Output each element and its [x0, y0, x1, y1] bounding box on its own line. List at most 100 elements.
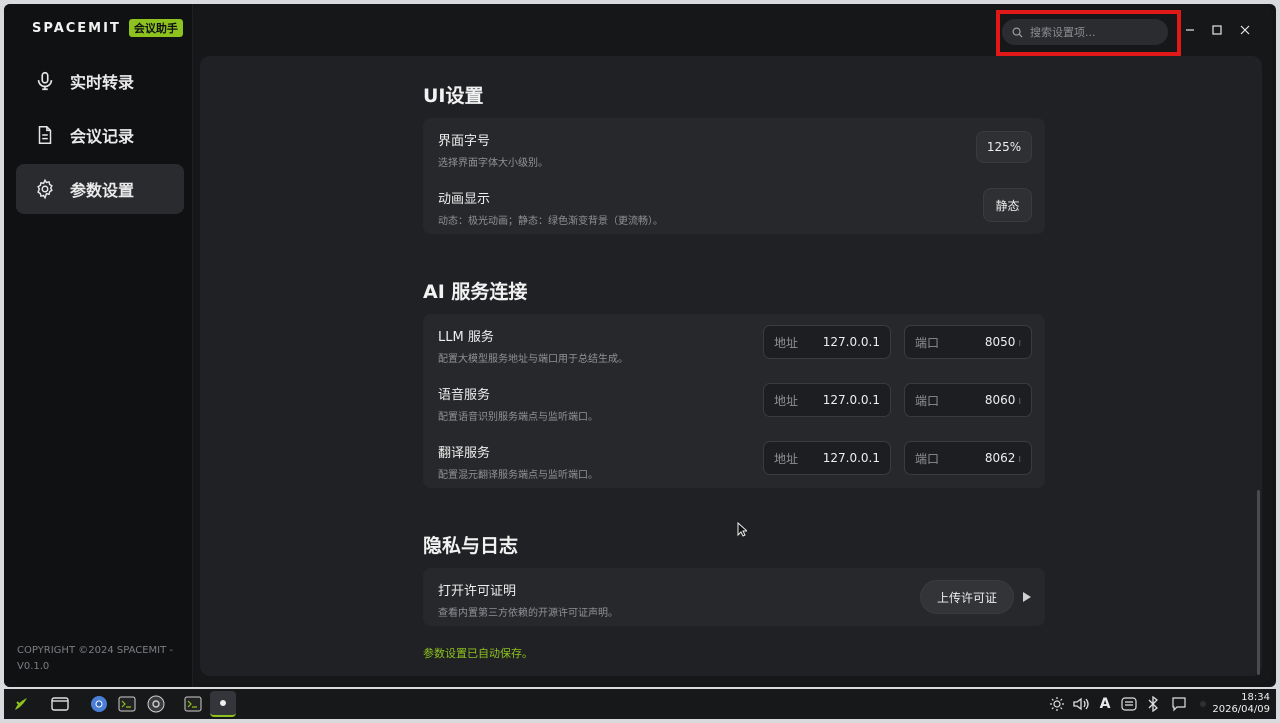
animation-row: 动画显示 动态：极光动画；静态：绿色渐变背景（更流畅）。: [438, 188, 663, 227]
llm-port-value: 8050: [984, 335, 1016, 349]
input-method-button[interactable]: A: [1094, 693, 1116, 715]
mouse-cursor-icon: [737, 522, 747, 537]
speech-service-row: 语音服务 配置语音识别服务端点与监听端口。: [438, 384, 598, 423]
section-title-privacy: 隐私与日志: [423, 535, 519, 557]
sidebar-item-label: 实时转录: [70, 73, 135, 92]
address-label: 地址: [774, 335, 799, 350]
license-title: 打开许可证明: [438, 584, 517, 599]
port-stepper-icon[interactable]: ⁝: [1018, 339, 1021, 348]
notifications-button[interactable]: [1168, 693, 1190, 715]
system-clock[interactable]: 18:34 2026/04/09: [1212, 692, 1270, 716]
maximize-button[interactable]: [1209, 22, 1225, 38]
license-row: 打开许可证明 查看内置第三方依赖的开源许可证声明。: [438, 580, 618, 619]
sidebar-item-live-transcription[interactable]: 实时转录: [16, 56, 184, 106]
section-title-ai: AI 服务连接: [423, 281, 528, 303]
taskbar: A 18:34 2026/04/09: [4, 689, 1276, 719]
spacemit-logo-icon: [15, 698, 27, 710]
close-icon: [1240, 25, 1250, 35]
meeting-assistant-taskbar-button[interactable]: [210, 691, 236, 717]
upload-license-button[interactable]: 上传许可证: [920, 580, 1014, 614]
volume-button[interactable]: [1070, 693, 1092, 715]
speech-address-value: 127.0.0.1: [822, 393, 880, 407]
maximize-icon: [1212, 25, 1222, 35]
terminal-running-button[interactable]: [182, 693, 204, 715]
document-icon: [38, 126, 52, 144]
keyboard-icon: [1121, 697, 1137, 711]
sidebar-item-label: 会议记录: [70, 127, 135, 146]
settings-app-button[interactable]: [145, 693, 167, 715]
bluetooth-button[interactable]: [1142, 693, 1164, 715]
brand-badge: 会议助手: [128, 19, 183, 37]
section-title-ui: UI设置: [423, 85, 484, 107]
brand-logo: SPACEMIT: [32, 20, 121, 36]
annotation-highlight-box: [996, 10, 1181, 56]
privacy-card: 打开许可证明 查看内置第三方依赖的开源许可证声明。 上传许可证: [423, 568, 1045, 626]
status-dot-icon: [1200, 701, 1206, 707]
font-size-select[interactable]: 125%: [976, 131, 1032, 163]
translation-address-field[interactable]: 地址 127.0.0.1: [763, 441, 891, 475]
settings-app-icon: [147, 695, 165, 713]
play-icon[interactable]: [1023, 592, 1031, 602]
gear-icon: [37, 178, 53, 200]
port-label: 端口: [915, 335, 940, 350]
chromium-button[interactable]: [88, 693, 110, 715]
keyboard-button[interactable]: [1118, 693, 1140, 715]
address-label: 地址: [774, 451, 799, 466]
port-stepper-icon[interactable]: ⁝: [1018, 455, 1021, 464]
speech-address-field[interactable]: 地址 127.0.0.1: [763, 383, 891, 417]
llm-service-row: LLM 服务 配置大模型服务地址与端口用于总结生成。: [438, 326, 628, 365]
llm-address-field[interactable]: 地址 127.0.0.1: [763, 325, 891, 359]
animation-title: 动画显示: [438, 192, 491, 207]
browser-icon: [91, 696, 107, 712]
translation-address-value: 127.0.0.1: [822, 451, 880, 465]
window-icon: [51, 697, 69, 711]
translation-port-field[interactable]: 端口 8062 ⁝: [904, 441, 1032, 475]
sidebar: SPACEMIT 会议助手 实时转录 会议记录 参数设置 COPYRIGHT ©…: [4, 4, 193, 687]
speech-port-value: 8060: [984, 393, 1016, 407]
speech-service-title: 语音服务: [438, 388, 491, 403]
terminal-icon: [118, 696, 136, 712]
animation-desc: 动态：极光动画；静态：绿色渐变背景（更流畅）。: [438, 216, 663, 227]
license-desc: 查看内置第三方依赖的开源许可证声明。: [438, 608, 618, 619]
animation-select[interactable]: 静态: [983, 188, 1032, 222]
port-label: 端口: [915, 451, 940, 466]
font-size-title: 界面字号: [438, 134, 491, 149]
minimize-button[interactable]: [1182, 22, 1198, 38]
terminal-button[interactable]: [116, 693, 138, 715]
terminal-icon: [184, 696, 202, 712]
translation-service-desc: 配置混元翻译服务端点与监听端口。: [438, 470, 598, 481]
scrollbar[interactable]: [1257, 490, 1260, 675]
close-button[interactable]: [1237, 22, 1253, 38]
llm-service-title: LLM 服务: [438, 330, 494, 345]
llm-service-desc: 配置大模型服务地址与端口用于总结生成。: [438, 354, 628, 365]
bluetooth-icon: [1148, 696, 1158, 712]
port-label: 端口: [915, 393, 940, 408]
start-menu-button[interactable]: [10, 693, 32, 715]
translation-service-title: 翻译服务: [438, 446, 491, 461]
sidebar-item-meeting-records[interactable]: 会议记录: [16, 110, 184, 160]
app-dot-icon: [220, 700, 226, 706]
minimize-icon: [1186, 29, 1194, 31]
speech-port-field[interactable]: 端口 8060 ⁝: [904, 383, 1032, 417]
clock-time: 18:34: [1241, 692, 1270, 703]
sidebar-item-label: 参数设置: [70, 181, 135, 200]
port-stepper-icon[interactable]: ⁝: [1018, 397, 1021, 406]
taskview-button[interactable]: [49, 693, 71, 715]
translation-port-value: 8062: [984, 451, 1016, 465]
copyright-text: COPYRIGHT ©2024 SPACEMIT - V0.1.0: [17, 645, 174, 672]
font-size-desc: 选择界面字体大小级别。: [438, 158, 548, 169]
ai-services-card: LLM 服务 配置大模型服务地址与端口用于总结生成。 地址 127.0.0.1 …: [423, 314, 1045, 488]
brand: SPACEMIT 会议助手: [32, 19, 183, 37]
speech-service-desc: 配置语音识别服务端点与监听端口。: [438, 412, 598, 423]
brightness-button[interactable]: [1046, 693, 1068, 715]
llm-port-field[interactable]: 端口 8050 ⁝: [904, 325, 1032, 359]
sun-icon: [1050, 697, 1064, 711]
microphone-icon: [37, 71, 53, 91]
status-dot: [1192, 693, 1214, 715]
autosave-status: 参数设置已自动保存。: [423, 647, 533, 660]
chat-bubble-icon: [1172, 697, 1186, 712]
sidebar-item-settings[interactable]: 参数设置: [16, 164, 184, 214]
font-size-row: 界面字号 选择界面字体大小级别。: [438, 130, 548, 169]
address-label: 地址: [774, 393, 799, 408]
sidebar-nav: 实时转录 会议记录 参数设置: [16, 56, 184, 218]
